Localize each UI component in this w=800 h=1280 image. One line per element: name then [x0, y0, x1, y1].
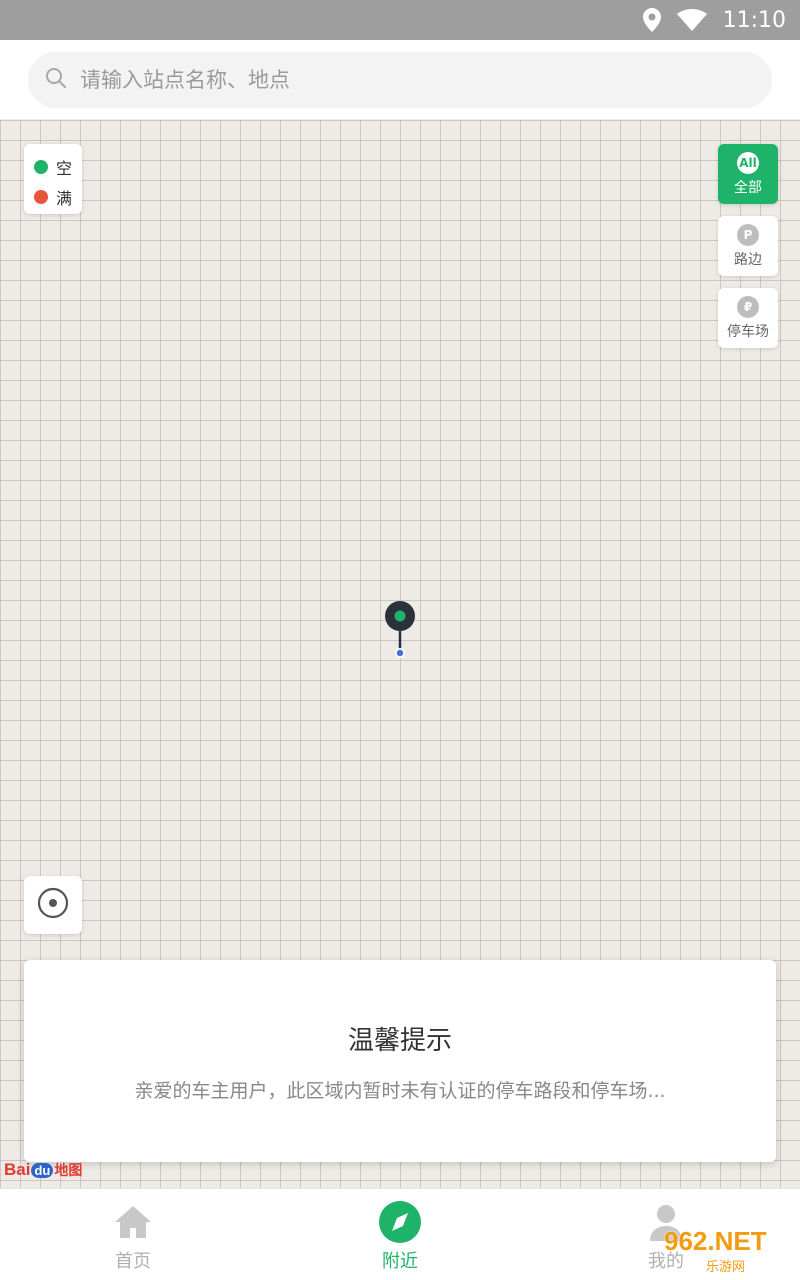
status-bar: 11:10 [0, 0, 800, 40]
legend-label-empty: 空 [56, 159, 73, 178]
search-icon [44, 66, 68, 94]
filter-all-label: 全部 [734, 179, 762, 196]
logo-bai: Bai [4, 1160, 31, 1179]
availability-legend: 空 满 [24, 144, 82, 214]
locate-icon [36, 886, 70, 924]
notice-body: 亲爱的车主用户，此区域内暂时未有认证的停车路段和停车场... [134, 1080, 666, 1102]
parking-filter-group: All 全部 P 路边 ₽ 停车场 [718, 144, 778, 360]
legend-label-full: 满 [56, 189, 73, 208]
all-icon: All [737, 151, 759, 174]
full-dot-icon [34, 190, 48, 204]
notice-title: 温馨提示 [347, 1026, 452, 1056]
legend-item-full: 满 [34, 182, 82, 212]
filter-all-button[interactable]: All 全部 [718, 144, 778, 204]
tab-nearby[interactable]: 附近 [330, 1189, 470, 1280]
tab-home[interactable]: 首页 [63, 1189, 203, 1280]
search-input[interactable] [80, 68, 720, 92]
locate-me-button[interactable] [24, 876, 82, 934]
empty-dot-icon [34, 160, 48, 174]
legend-item-empty: 空 [34, 152, 82, 182]
status-time: 11:10 [722, 7, 786, 33]
filter-roadside-label: 路边 [734, 251, 762, 268]
roadside-parking-icon: P [737, 223, 759, 246]
filter-parking-lot-button[interactable]: ₽ 停车场 [718, 288, 778, 348]
search-bar [0, 40, 800, 120]
home-icon [113, 1201, 153, 1243]
logo-du: du [31, 1162, 54, 1178]
tab-nearby-label: 附近 [382, 1251, 418, 1272]
logo-map: 地图 [54, 1162, 83, 1178]
baidu-map-logo: Bai du 地图 [4, 1160, 82, 1180]
filter-roadside-button[interactable]: P 路边 [718, 216, 778, 276]
parking-lot-icon: ₽ [737, 295, 759, 318]
site-watermark: 962.NET [664, 1226, 767, 1256]
map-view[interactable]: 空 满 All 全部 P 路边 ₽ 停车场 温馨提示 亲爱的车主用户，此区域内暂… [0, 120, 800, 1188]
filter-parking-lot-label: 停车场 [727, 323, 769, 340]
site-watermark-sub: 乐游网 [706, 1260, 746, 1275]
tab-home-label: 首页 [115, 1251, 151, 1272]
notice-card: 温馨提示 亲爱的车主用户，此区域内暂时未有认证的停车路段和停车场... [24, 960, 776, 1162]
search-box[interactable] [28, 52, 772, 108]
location-icon [642, 8, 661, 32]
location-pin-icon [384, 600, 416, 660]
wifi-icon [676, 9, 707, 31]
compass-icon [379, 1201, 421, 1243]
